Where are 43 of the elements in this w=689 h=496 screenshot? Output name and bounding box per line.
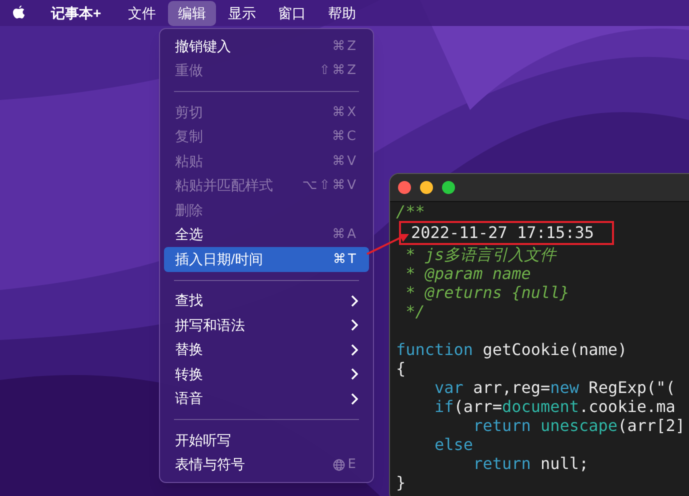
menu-item[interactable]: 开始听写 bbox=[164, 428, 369, 452]
menu-item[interactable]: 替换 bbox=[164, 338, 369, 362]
code-line: * @returns {null} bbox=[404, 283, 570, 302]
code-line: if(arr=document.cookie.ma bbox=[434, 397, 676, 416]
menu-item[interactable]: 拼写和语法 bbox=[164, 313, 369, 338]
zoom-button[interactable] bbox=[442, 181, 455, 194]
menu-title[interactable]: 文件 bbox=[118, 0, 166, 26]
code-line: return null; bbox=[472, 454, 589, 473]
menu-title[interactable]: 显示 bbox=[218, 0, 266, 26]
code-line: * js多语言引入文件 bbox=[404, 245, 556, 264]
menu-item[interactable]: 语音 bbox=[164, 386, 369, 411]
menu-title[interactable]: 窗口 bbox=[268, 0, 316, 26]
apple-icon[interactable] bbox=[12, 5, 26, 21]
code-line: * @param name bbox=[404, 264, 531, 283]
close-button[interactable] bbox=[398, 181, 411, 194]
menu-item[interactable]: 转换 bbox=[164, 362, 369, 386]
shortcut-text: ⌘Z bbox=[332, 38, 358, 56]
menu-title[interactable]: 帮助 bbox=[318, 0, 366, 26]
menu-item[interactable]: 撤销键入 ⌘Z bbox=[164, 34, 369, 58]
shortcut-text: ⌘X bbox=[332, 104, 358, 122]
shortcut-text: ⌘T bbox=[333, 250, 358, 268]
menu-title[interactable]: 编辑 bbox=[168, 0, 216, 26]
code-line: else bbox=[434, 435, 474, 454]
menu-item[interactable]: 查找 bbox=[164, 288, 369, 313]
menu-item[interactable]: 全选 ⌘A bbox=[164, 222, 369, 247]
code-line: /** bbox=[396, 202, 425, 221]
menu-item[interactable]: 表情与符号 E bbox=[164, 452, 369, 477]
menu-item[interactable]: 插入日期/时间 ⌘T bbox=[164, 247, 369, 272]
code-line: */ bbox=[404, 302, 425, 321]
code-line: var arr,reg=new RegExp("( bbox=[434, 378, 676, 397]
shortcut-text: E bbox=[348, 456, 358, 474]
code-line: { bbox=[396, 359, 406, 378]
shortcut-text: ⇧⌘Z bbox=[319, 62, 358, 80]
shortcut-text: ⌘A bbox=[332, 226, 358, 244]
code-line: return unescape(arr[2] bbox=[472, 416, 685, 435]
code-line: } bbox=[396, 473, 406, 492]
shortcut-text: ⌥⇧⌘V bbox=[302, 177, 358, 195]
code-line: function getCookie(name) bbox=[396, 340, 628, 359]
shortcut-text: ⌘C bbox=[332, 128, 358, 146]
shortcut-text: ⌘V bbox=[332, 152, 358, 170]
minimize-button[interactable] bbox=[420, 181, 433, 194]
code-line: 2022-11-27 17:15:35 bbox=[411, 223, 594, 242]
app-menu[interactable]: 记事本+ bbox=[41, 0, 112, 26]
